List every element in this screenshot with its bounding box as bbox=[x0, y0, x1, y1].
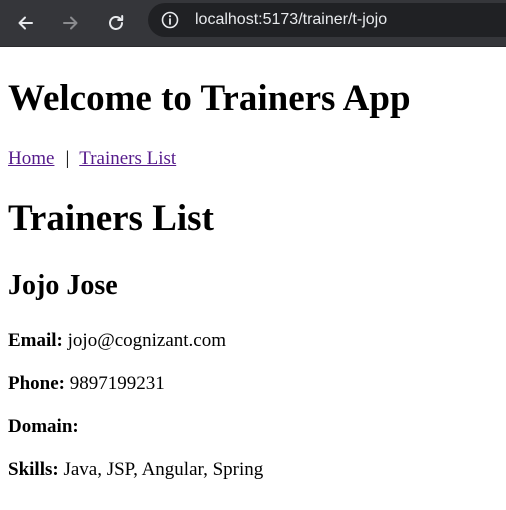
back-button[interactable] bbox=[9, 7, 43, 39]
phone-label: Phone: bbox=[8, 373, 65, 394]
email-value: jojo@cognizant.com bbox=[67, 330, 227, 351]
browser-toolbar: localhost:5173/trainer/t-jojo bbox=[0, 0, 506, 47]
trainers-list-link[interactable]: Trainers List bbox=[79, 148, 176, 169]
email-label: Email: bbox=[8, 330, 63, 351]
skills-value: Java, JSP, Angular, Spring bbox=[63, 459, 264, 480]
forward-button[interactable] bbox=[53, 7, 87, 39]
phone-row: Phone: 9897199231 bbox=[8, 372, 165, 396]
reload-icon bbox=[109, 15, 124, 30]
section-title: Trainers List bbox=[8, 198, 214, 239]
phone-value: 9897199231 bbox=[69, 373, 165, 394]
reload-button[interactable] bbox=[99, 7, 133, 39]
skills-row: Skills: Java, JSP, Angular, Spring bbox=[8, 458, 263, 482]
nav-links: Home | Trainers List bbox=[8, 147, 176, 171]
trainer-name: Jojo Jose bbox=[8, 270, 118, 301]
domain-label: Domain: bbox=[8, 416, 79, 437]
email-row: Email: jojo@cognizant.com bbox=[8, 329, 226, 353]
skills-label: Skills: bbox=[8, 459, 59, 480]
domain-row: Domain: bbox=[8, 415, 79, 439]
url-text[interactable]: localhost:5173/trainer/t-jojo bbox=[195, 10, 387, 30]
nav-separator: | bbox=[65, 148, 70, 169]
arrow-left-icon bbox=[18, 16, 33, 30]
arrow-right-icon bbox=[63, 16, 78, 30]
app-title: Welcome to Trainers App bbox=[8, 78, 411, 119]
address-bar[interactable]: localhost:5173/trainer/t-jojo bbox=[148, 3, 506, 37]
info-circle-icon[interactable] bbox=[160, 10, 180, 30]
home-link[interactable]: Home bbox=[8, 148, 54, 169]
